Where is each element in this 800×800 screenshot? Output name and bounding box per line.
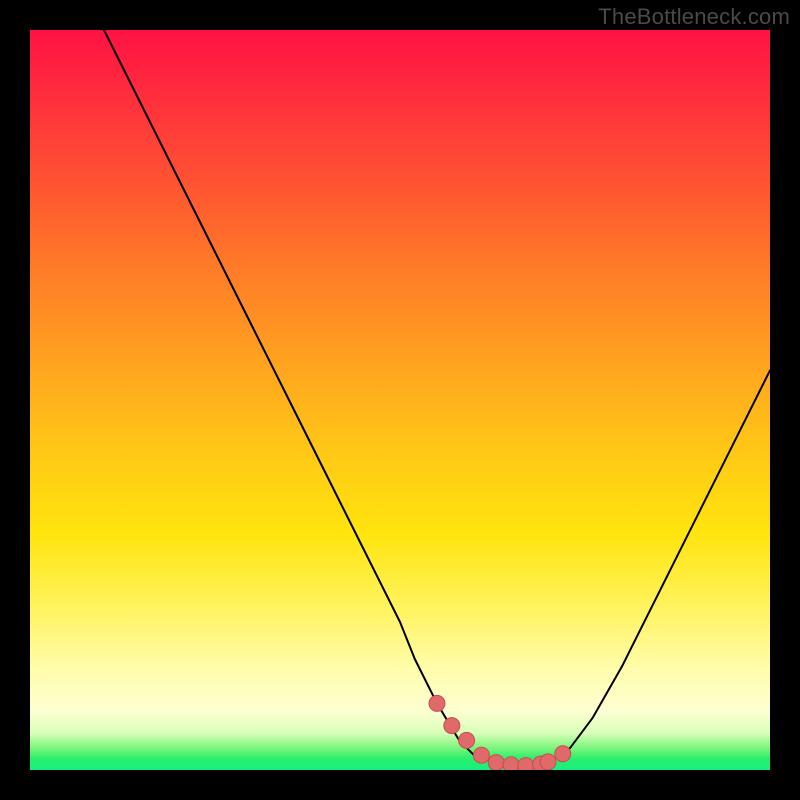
marker-point xyxy=(473,747,489,763)
marker-point xyxy=(518,758,534,770)
marker-point xyxy=(459,732,475,748)
marker-point xyxy=(444,718,460,734)
chart-frame: TheBottleneck.com xyxy=(0,0,800,800)
marker-point xyxy=(540,754,556,770)
watermark-text: TheBottleneck.com xyxy=(598,4,790,30)
highlighted-markers xyxy=(429,695,571,770)
marker-point xyxy=(488,755,504,770)
marker-point xyxy=(429,695,445,711)
curve-layer xyxy=(30,30,770,770)
plot-area xyxy=(30,30,770,770)
bottleneck-curve xyxy=(104,30,770,766)
marker-point xyxy=(555,746,571,762)
marker-point xyxy=(503,757,519,770)
